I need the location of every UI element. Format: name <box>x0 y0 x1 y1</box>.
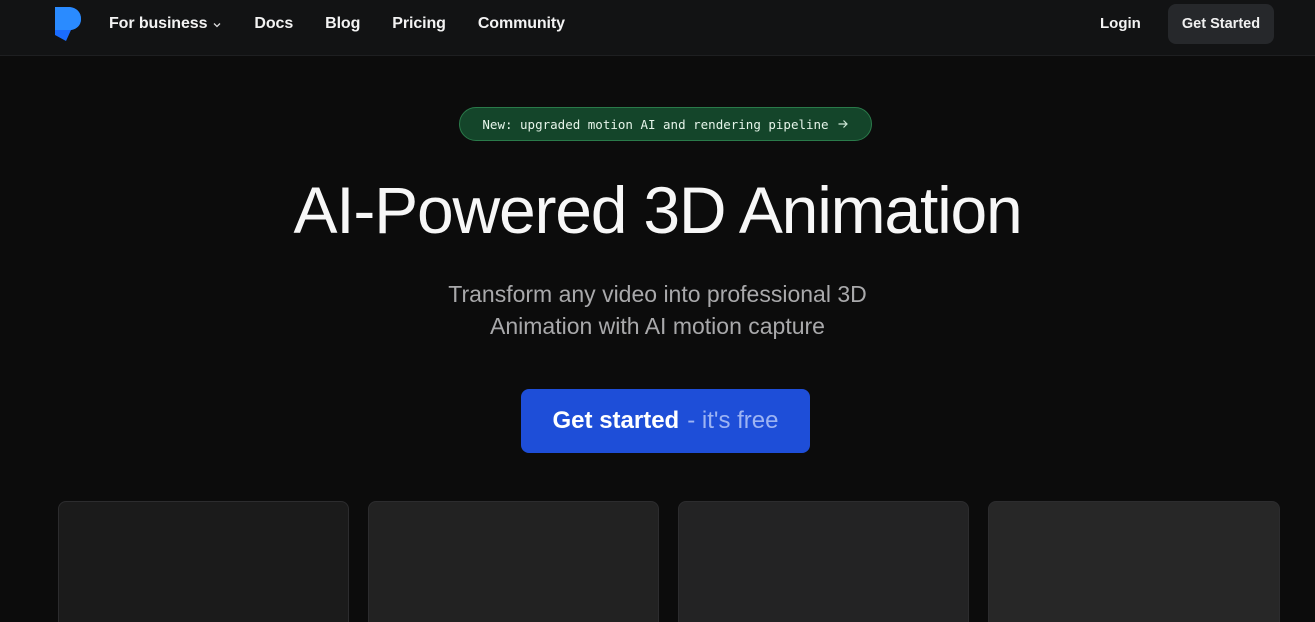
arrow-right-icon <box>838 120 848 128</box>
cta-primary-text: Get started <box>552 407 680 434</box>
get-started-nav-button[interactable]: Get Started <box>1168 4 1274 44</box>
nav-blog[interactable]: Blog <box>325 15 360 33</box>
nav-for-business[interactable]: For business <box>109 15 222 33</box>
main-nav: For business Docs Blog Pricing Community <box>109 0 597 48</box>
cta-secondary-text: - it's free <box>687 407 779 434</box>
preview-card-1[interactable] <box>58 501 349 622</box>
nav-docs[interactable]: Docs <box>254 15 293 33</box>
hero-subtitle-line-2: Animation with AI motion capture <box>490 313 825 339</box>
hero-title: AI-Powered 3D Animation <box>293 173 1022 247</box>
nav-for-business-label: For business <box>109 15 208 32</box>
preview-card-2[interactable] <box>368 501 659 622</box>
nav-community[interactable]: Community <box>478 15 565 33</box>
announcement-badge[interactable]: New: upgraded motion AI and rendering pi… <box>459 107 872 141</box>
navbar: For business Docs Blog Pricing Community… <box>0 0 1315 56</box>
chevron-down-icon <box>213 23 221 28</box>
announcement-text: New: upgraded motion AI and rendering pi… <box>482 116 829 132</box>
preview-card-3[interactable] <box>678 501 969 622</box>
preview-card-4[interactable] <box>988 501 1280 622</box>
hero-subtitle: Transform any video into professional 3D… <box>0 278 1315 342</box>
nav-pricing[interactable]: Pricing <box>392 15 446 33</box>
login-link[interactable]: Login <box>1100 15 1141 32</box>
brand-logo-icon[interactable] <box>54 6 82 42</box>
hero-subtitle-line-1: Transform any video into professional 3D <box>448 281 867 307</box>
get-started-free-button[interactable]: Get started - it's free <box>521 389 810 453</box>
